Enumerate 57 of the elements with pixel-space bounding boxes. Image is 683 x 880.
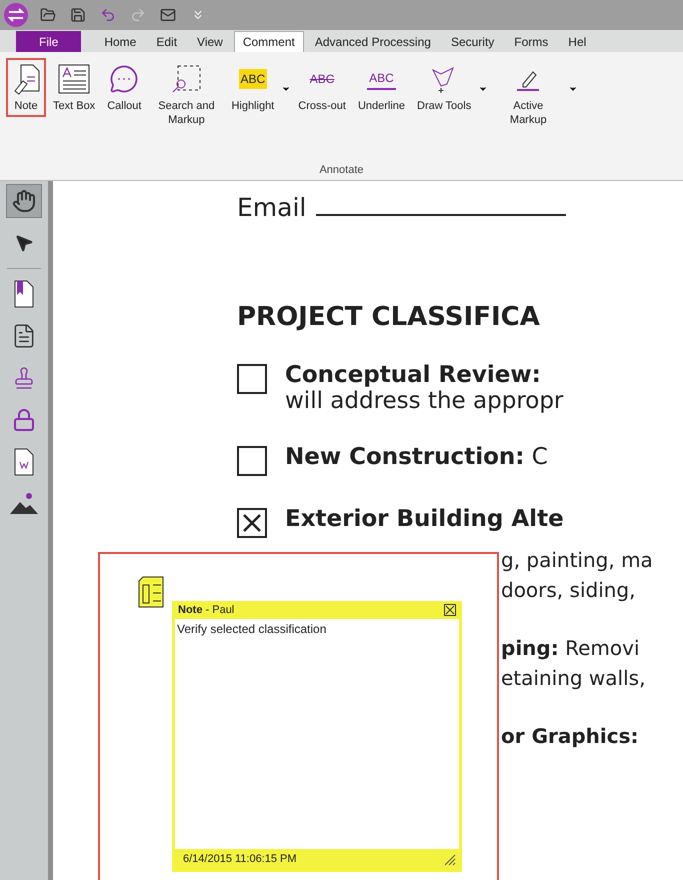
section-heading: PROJECT CLASSIFICA	[237, 302, 541, 332]
ribbon-tab[interactable]: Hel	[559, 31, 596, 52]
mountain-image-icon	[9, 492, 39, 516]
option-text: New Construction: C	[285, 444, 548, 470]
page-w-icon	[14, 448, 34, 476]
bookmark-page-icon	[14, 280, 34, 308]
checkbox[interactable]	[237, 508, 267, 538]
save-icon	[70, 7, 86, 23]
ribbon-tab[interactable]: Home	[95, 31, 146, 52]
note-title: Note - Paul	[178, 604, 234, 616]
speech-bubble-icon	[109, 64, 140, 94]
sidebar-tool-button[interactable]	[6, 184, 42, 218]
hand-icon	[12, 189, 36, 213]
close-icon[interactable]	[444, 604, 456, 616]
ribbon-button[interactable]: ABC Highlight	[226, 58, 280, 117]
mail-icon	[160, 7, 176, 23]
dashed-select-icon	[170, 64, 202, 94]
text-style-icon: ABC	[238, 69, 268, 89]
document-text: etaining walls,	[501, 666, 646, 690]
ribbon-button[interactable]: Draw Tools	[412, 58, 476, 117]
ribbon-tab[interactable]: Security	[442, 31, 504, 52]
option-description: will address the appropr	[285, 388, 564, 414]
ribbon-tab[interactable]: Comment	[234, 31, 304, 52]
text-style-icon: ABC	[308, 69, 336, 89]
folder-icon	[40, 7, 56, 23]
undo-icon	[100, 7, 116, 23]
document-text: ping: Removi	[501, 636, 641, 660]
pointer-icon	[14, 233, 34, 253]
ribbon-tab[interactable]: Advanced Processing	[306, 31, 440, 52]
field-label: Email	[237, 193, 306, 222]
ribbon-button[interactable]: Search and Markup	[148, 58, 224, 131]
app-logo	[4, 3, 28, 27]
resize-grip-icon[interactable]	[442, 852, 456, 866]
ribbon-button[interactable]: Text Box	[48, 58, 100, 117]
file-menu-tab[interactable]: File	[16, 31, 82, 52]
redo-icon	[130, 7, 146, 23]
text-box-icon	[58, 64, 90, 94]
checkbox[interactable]	[237, 446, 267, 476]
ribbon-button[interactable]: Callout	[102, 58, 146, 117]
ribbon-button[interactable]: Active Markup	[490, 58, 566, 131]
lock-icon	[12, 408, 36, 432]
option-text: Exterior Building Alte	[285, 506, 564, 532]
note-date: 6/14/2015 11:06:15 PM	[183, 853, 297, 865]
document-text: doors, siding,	[501, 578, 636, 602]
ribbon-button[interactable]: ABC Underline	[352, 58, 410, 117]
note-text[interactable]: Verify selected classification	[175, 619, 459, 849]
cross-mark-icon	[242, 513, 262, 533]
option-text: Conceptual Review:	[285, 362, 542, 388]
checkbox[interactable]	[237, 364, 267, 394]
ribbon-button[interactable]: ABC Cross-out	[293, 58, 351, 117]
ribbon-group-label: Annotate	[319, 164, 364, 176]
ribbon-tab[interactable]: Forms	[505, 31, 558, 52]
ribbon-button[interactable]: Note	[6, 58, 46, 117]
ribbon-tab[interactable]: View	[188, 31, 232, 52]
document-text: g, painting, ma	[501, 548, 654, 572]
document-text: or Graphics:	[501, 724, 640, 748]
ribbon-tab[interactable]: Edit	[147, 31, 186, 52]
